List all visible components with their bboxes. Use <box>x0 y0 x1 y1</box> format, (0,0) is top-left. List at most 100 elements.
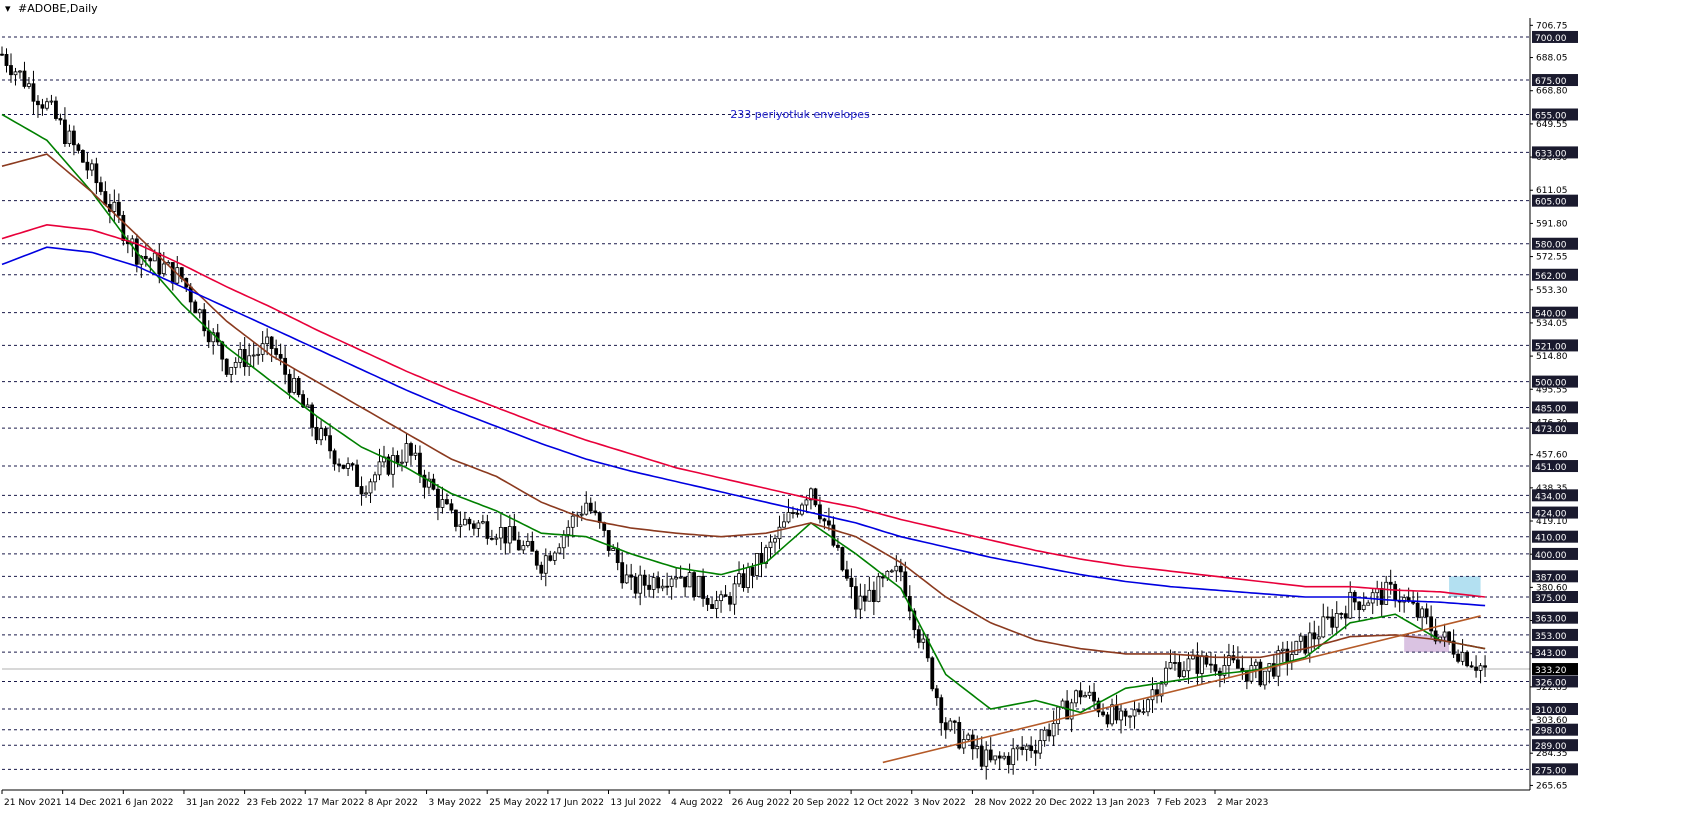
support-trendline[interactable] <box>882 615 1481 764</box>
candle-body <box>269 336 274 349</box>
level-label: 353.00 <box>1535 632 1567 642</box>
candle-body <box>714 600 719 609</box>
candle-body <box>701 575 705 599</box>
candle-body <box>660 585 665 589</box>
candle-body <box>1460 652 1465 662</box>
candle-body <box>516 539 521 551</box>
candle-body <box>1114 704 1119 721</box>
candle-body <box>1137 709 1141 713</box>
candle-body <box>1388 581 1393 585</box>
candle-body <box>916 629 921 643</box>
candle-body <box>395 455 400 464</box>
candle-body <box>1361 604 1366 611</box>
chart-menu-icon[interactable]: ▾ <box>5 2 11 15</box>
candle-body <box>310 404 314 428</box>
candle-body <box>233 361 238 368</box>
candle-body <box>170 262 175 284</box>
candle-body <box>768 541 773 549</box>
candle-body <box>507 526 512 544</box>
candle-body <box>328 435 332 452</box>
candle-body <box>867 589 872 602</box>
level-label: 521.00 <box>1535 342 1567 352</box>
candle-body <box>346 463 350 469</box>
candle-body <box>570 515 575 528</box>
x-tick-label: 2 Mar 2023 <box>1217 798 1268 808</box>
level-label: 275.00 <box>1535 766 1567 776</box>
candle-body <box>651 577 656 590</box>
candle-body <box>1051 723 1056 737</box>
candle-body <box>831 524 836 546</box>
candle-body <box>1456 653 1460 662</box>
candle-body <box>588 502 593 512</box>
level-label: 310.00 <box>1535 706 1567 716</box>
candle-body <box>678 576 683 579</box>
candle-body <box>1042 729 1047 742</box>
price-chart[interactable]: 706.75688.05668.80649.55630.30611.05591.… <box>0 0 1695 810</box>
candle-body <box>1105 714 1110 725</box>
candle-body <box>1379 588 1384 605</box>
candle-body <box>1213 664 1218 672</box>
candle-body <box>193 301 198 314</box>
candle-body <box>1415 602 1420 618</box>
candle-body <box>1020 746 1025 750</box>
y-tick-label: 668.80 <box>1536 87 1568 97</box>
candle-body <box>1011 748 1016 765</box>
candle-body <box>13 71 18 76</box>
candle-body <box>1298 635 1303 642</box>
candle-body <box>323 428 328 437</box>
level-label: 289.00 <box>1535 742 1567 752</box>
candle-body <box>274 348 279 355</box>
level-label: 363.00 <box>1535 615 1567 625</box>
candle-body <box>1325 616 1330 619</box>
envelope-annotation: 233 periyotluk envelopes <box>730 108 870 121</box>
candle-body <box>894 565 899 572</box>
y-tick-label: 534.05 <box>1536 319 1568 329</box>
candle-body <box>292 377 297 393</box>
level-label: 580.00 <box>1535 241 1567 251</box>
candle-body <box>1366 602 1371 606</box>
candle-body <box>265 336 270 345</box>
candle-body <box>98 182 103 192</box>
candle-body <box>1321 616 1326 638</box>
candle-body <box>1002 755 1007 759</box>
candle-body <box>759 553 764 564</box>
x-tick-label: 12 Oct 2022 <box>853 798 909 808</box>
candle-body <box>224 358 229 375</box>
candle-body <box>813 488 818 506</box>
candle-body <box>49 100 54 103</box>
candle-body <box>36 100 40 106</box>
x-tick-label: 31 Jan 2022 <box>186 798 240 808</box>
candle-body <box>314 426 319 441</box>
candle-body <box>642 574 647 586</box>
candle-body <box>1200 655 1204 674</box>
level-label: 298.00 <box>1535 727 1567 737</box>
candle-body <box>862 595 867 602</box>
candle-body <box>979 746 984 767</box>
candle-body <box>161 263 166 275</box>
level-label: 675.00 <box>1535 77 1567 87</box>
candle-body <box>1060 700 1065 708</box>
candle-body <box>103 191 108 205</box>
candle-body <box>898 565 903 573</box>
candle-body <box>970 734 975 750</box>
candle-body <box>696 575 701 597</box>
candle-body <box>728 596 732 605</box>
x-tick-label: 25 May 2022 <box>489 798 548 808</box>
candle-body <box>85 161 90 171</box>
level-label: 387.00 <box>1535 573 1567 583</box>
chart-container[interactable]: 706.75688.05668.80649.55630.30611.05591.… <box>0 0 1695 810</box>
candle-body <box>22 70 27 87</box>
x-tick-label: 13 Jul 2022 <box>611 798 662 808</box>
candle-body <box>1128 715 1132 718</box>
candle-body <box>827 520 831 526</box>
level-label: 540.00 <box>1535 310 1567 320</box>
candle-body <box>377 461 382 476</box>
candle-body <box>997 755 1002 759</box>
candle-body <box>503 527 508 544</box>
candle-body <box>1253 661 1258 667</box>
candle-body <box>548 555 553 561</box>
candle-body <box>710 604 714 609</box>
candle-body <box>45 101 49 109</box>
x-tick-label: 20 Dec 2022 <box>1035 798 1093 808</box>
level-label: 451.00 <box>1535 463 1567 473</box>
